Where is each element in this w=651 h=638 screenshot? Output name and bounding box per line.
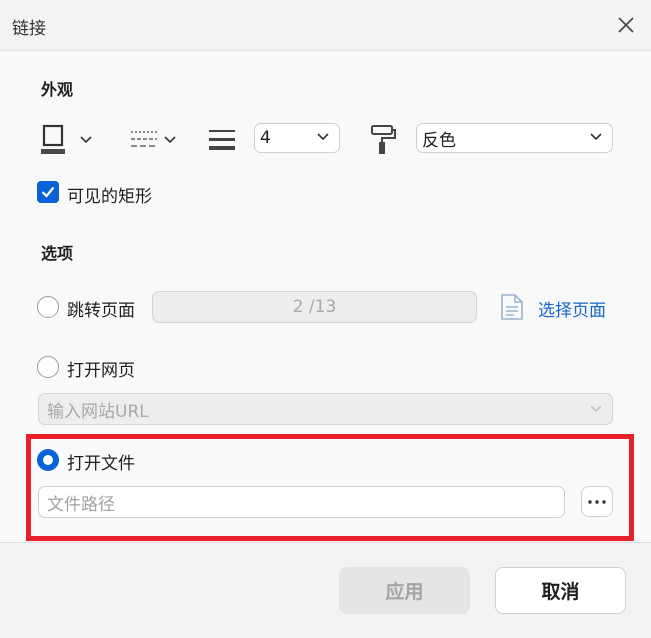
dashed-line-icon <box>131 131 157 147</box>
dialog-title: 链接 <box>12 19 46 39</box>
visible-rect-checkbox[interactable] <box>37 181 59 203</box>
line-width-icon <box>209 130 235 150</box>
file-path-input[interactable]: 文件路径 <box>38 486 565 518</box>
border-color-icon <box>41 124 65 154</box>
file-path-placeholder: 文件路径 <box>47 494 115 515</box>
open-web-label: 打开网页 <box>67 361 135 381</box>
close-icon <box>618 17 634 33</box>
chevron-down-icon <box>80 136 92 144</box>
appearance-section-title: 外观 <box>41 80 74 99</box>
paint-roller-icon <box>371 125 396 154</box>
more-dots-icon <box>588 499 606 504</box>
url-placeholder: 输入网站URL <box>47 401 149 422</box>
dialog-content: 外观 4 反色 可见的矩形 选项 跳转页面 2 /13 选择页面 打开网页 输入… <box>0 51 651 542</box>
cancel-button[interactable]: 取消 <box>495 567 626 614</box>
chevron-down-icon <box>590 133 602 141</box>
apply-button[interactable]: 应用 <box>339 567 470 614</box>
visible-rect-label: 可见的矩形 <box>67 187 152 207</box>
page-number-field[interactable]: 2 /13 <box>152 291 477 323</box>
highlight-mode-select[interactable]: 反色 <box>416 123 613 153</box>
border-style-dropdown[interactable] <box>130 129 176 151</box>
page-icon <box>501 294 523 320</box>
open-file-radio[interactable] <box>37 449 59 471</box>
dialog-footer: 应用 取消 <box>0 542 651 638</box>
title-bar: 链接 <box>0 0 651 51</box>
goto-page-radio[interactable] <box>37 296 59 318</box>
browse-file-button[interactable] <box>581 486 613 517</box>
line-width-select[interactable]: 4 <box>254 123 340 153</box>
highlight-mode-value: 反色 <box>422 130 456 151</box>
options-section-title: 选项 <box>41 244 74 263</box>
line-width-value: 4 <box>260 128 271 148</box>
goto-page-label: 跳转页面 <box>67 301 135 321</box>
url-input[interactable]: 输入网站URL <box>38 393 613 425</box>
close-button[interactable] <box>611 10 641 40</box>
open-web-radio[interactable] <box>37 356 59 378</box>
chevron-down-icon <box>590 405 602 413</box>
checkmark-icon <box>41 186 55 198</box>
open-file-label: 打开文件 <box>67 454 135 474</box>
chevron-down-icon <box>317 133 329 141</box>
border-color-dropdown[interactable] <box>40 124 92 156</box>
chevron-down-icon <box>164 136 176 144</box>
select-page-link[interactable]: 选择页面 <box>538 296 606 321</box>
page-indicator: 2 /13 <box>292 297 337 317</box>
